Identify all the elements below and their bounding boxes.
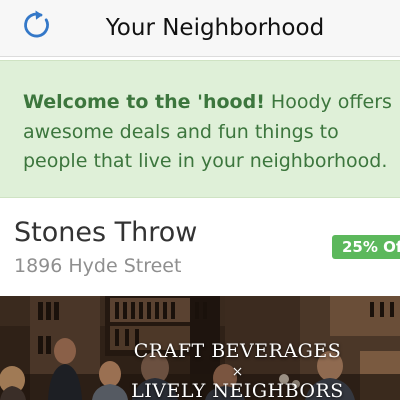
welcome-heading: Welcome to the 'hood! bbox=[23, 91, 265, 113]
venue-address: 1896 Hyde Street bbox=[14, 255, 182, 277]
welcome-line-2: awesome deals and fun things to bbox=[23, 120, 339, 143]
photo-caption: CRAFT BEVERAGES × LIVELY NEIGHBORS bbox=[0, 340, 400, 400]
welcome-text: Hoody offers bbox=[264, 91, 392, 113]
venue-photo[interactable]: CRAFT BEVERAGES × LIVELY NEIGHBORS bbox=[0, 296, 400, 400]
navbar: Your Neighborhood bbox=[0, 0, 400, 57]
caption-separator: × bbox=[231, 364, 244, 380]
page-title: Your Neighborhood bbox=[105, 15, 325, 41]
caption-line-1: CRAFT BEVERAGES bbox=[133, 340, 342, 362]
deal-badge: 25% Off bbox=[332, 235, 400, 259]
caption-line-2: LIVELY NEIGHBORS bbox=[131, 380, 344, 400]
welcome-banner: Welcome to the 'hood! Hoody offers aweso… bbox=[0, 60, 400, 198]
venue-card-header[interactable]: Stones Throw 1896 Hyde Street 25% Off bbox=[0, 199, 400, 296]
venue-name[interactable]: Stones Throw bbox=[14, 217, 197, 248]
refresh-icon bbox=[22, 8, 52, 46]
refresh-button[interactable] bbox=[20, 8, 54, 46]
welcome-line-3: people that live in your neighborhood. bbox=[23, 150, 388, 172]
welcome-line-1: Welcome to the 'hood! Hoody offers bbox=[23, 88, 400, 118]
